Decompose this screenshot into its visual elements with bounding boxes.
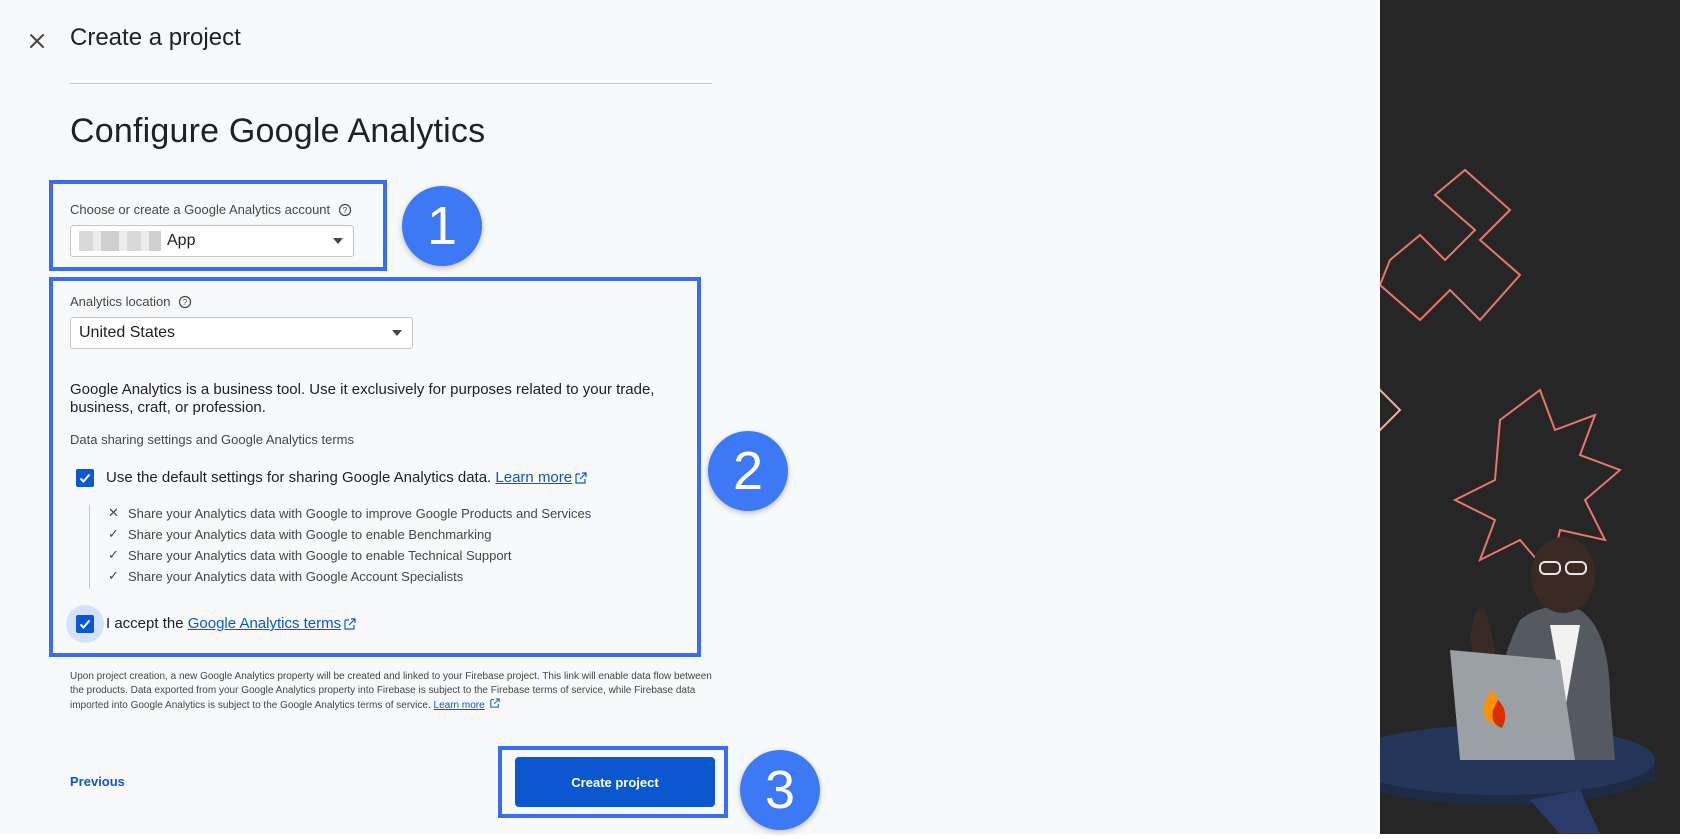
location-label-text: Analytics location [70, 294, 171, 309]
dropdown-arrow-icon [392, 330, 402, 336]
check-icon: ✓ [108, 547, 119, 562]
page-title: Configure Google Analytics [70, 112, 486, 150]
sharing-list: ✕ Share your Analytics data with Google t… [89, 505, 650, 589]
list-item: ✓ Share your Analytics data with Google t… [108, 547, 512, 563]
account-label-text: Choose or create a Google Analytics acco… [70, 202, 331, 217]
help-icon[interactable]: ? [178, 295, 192, 309]
location-select[interactable]: United States [70, 317, 413, 349]
list-item: ✓ Share your Analytics data with Google t… [108, 526, 492, 542]
account-select[interactable]: App [70, 225, 354, 257]
list-item: ✕ Share your Analytics data with Google t… [108, 505, 591, 521]
step-badge-2: 2 [708, 431, 788, 511]
default-sharing-text: Use the default settings for sharing Goo… [106, 469, 492, 486]
accept-terms-checkbox[interactable] [76, 615, 94, 633]
header-title: Create a project [70, 24, 241, 51]
close-icon[interactable] [24, 28, 50, 54]
location-label: Analytics location ? [70, 294, 192, 309]
create-project-button[interactable]: Create project [515, 757, 715, 807]
learn-more-link[interactable]: Learn more [495, 469, 572, 486]
x-icon: ✕ [108, 505, 119, 520]
check-icon: ✓ [108, 526, 119, 541]
previous-button[interactable]: Previous [70, 774, 125, 789]
analytics-terms-link[interactable]: Google Analytics terms [188, 615, 341, 632]
share-item-text: Share your Analytics data with Google to… [128, 505, 592, 521]
footnote: Upon project creation, a new Google Anal… [70, 670, 720, 713]
svg-text:?: ? [183, 298, 188, 307]
share-item-text: Share your Analytics data with Google to… [128, 526, 492, 542]
redacted-text [79, 231, 161, 251]
illustration-panel [1318, 0, 1680, 834]
location-select-value: United States [79, 324, 176, 341]
external-link-icon [490, 698, 501, 708]
account-label: Choose or create a Google Analytics acco… [70, 202, 352, 217]
accept-terms-label: I accept the Google Analytics terms [106, 615, 356, 632]
share-item-text: Share your Analytics data with Google Ac… [128, 568, 464, 584]
step-badge-1: 1 [402, 186, 482, 266]
accept-terms-prefix: I accept the [106, 615, 184, 632]
external-link-icon [575, 471, 587, 484]
firebase-illustration [1318, 168, 1655, 834]
check-icon: ✓ [108, 568, 119, 583]
default-sharing-label: Use the default settings for sharing Goo… [106, 469, 587, 486]
default-sharing-checkbox[interactable] [76, 469, 94, 487]
list-item: ✓ Share your Analytics data with Google A… [108, 568, 463, 584]
sharing-heading: Data sharing settings and Google Analyti… [70, 432, 354, 447]
help-icon[interactable]: ? [338, 203, 352, 217]
share-item-text: Share your Analytics data with Google to… [128, 547, 512, 563]
account-select-value: App [167, 232, 196, 249]
header-divider [70, 83, 712, 84]
footnote-learn-more-link[interactable]: Learn more [434, 700, 485, 711]
footnote-text: Upon project creation, a new Google Anal… [70, 671, 712, 711]
main-panel: Create a project Configure Google Analyt… [0, 0, 1380, 834]
svg-text:?: ? [343, 206, 348, 215]
business-notice: Google Analytics is a business tool. Use… [70, 381, 655, 416]
dropdown-arrow-icon [333, 238, 343, 244]
step-badge-3: 3 [740, 750, 820, 830]
external-link-icon [344, 617, 356, 630]
